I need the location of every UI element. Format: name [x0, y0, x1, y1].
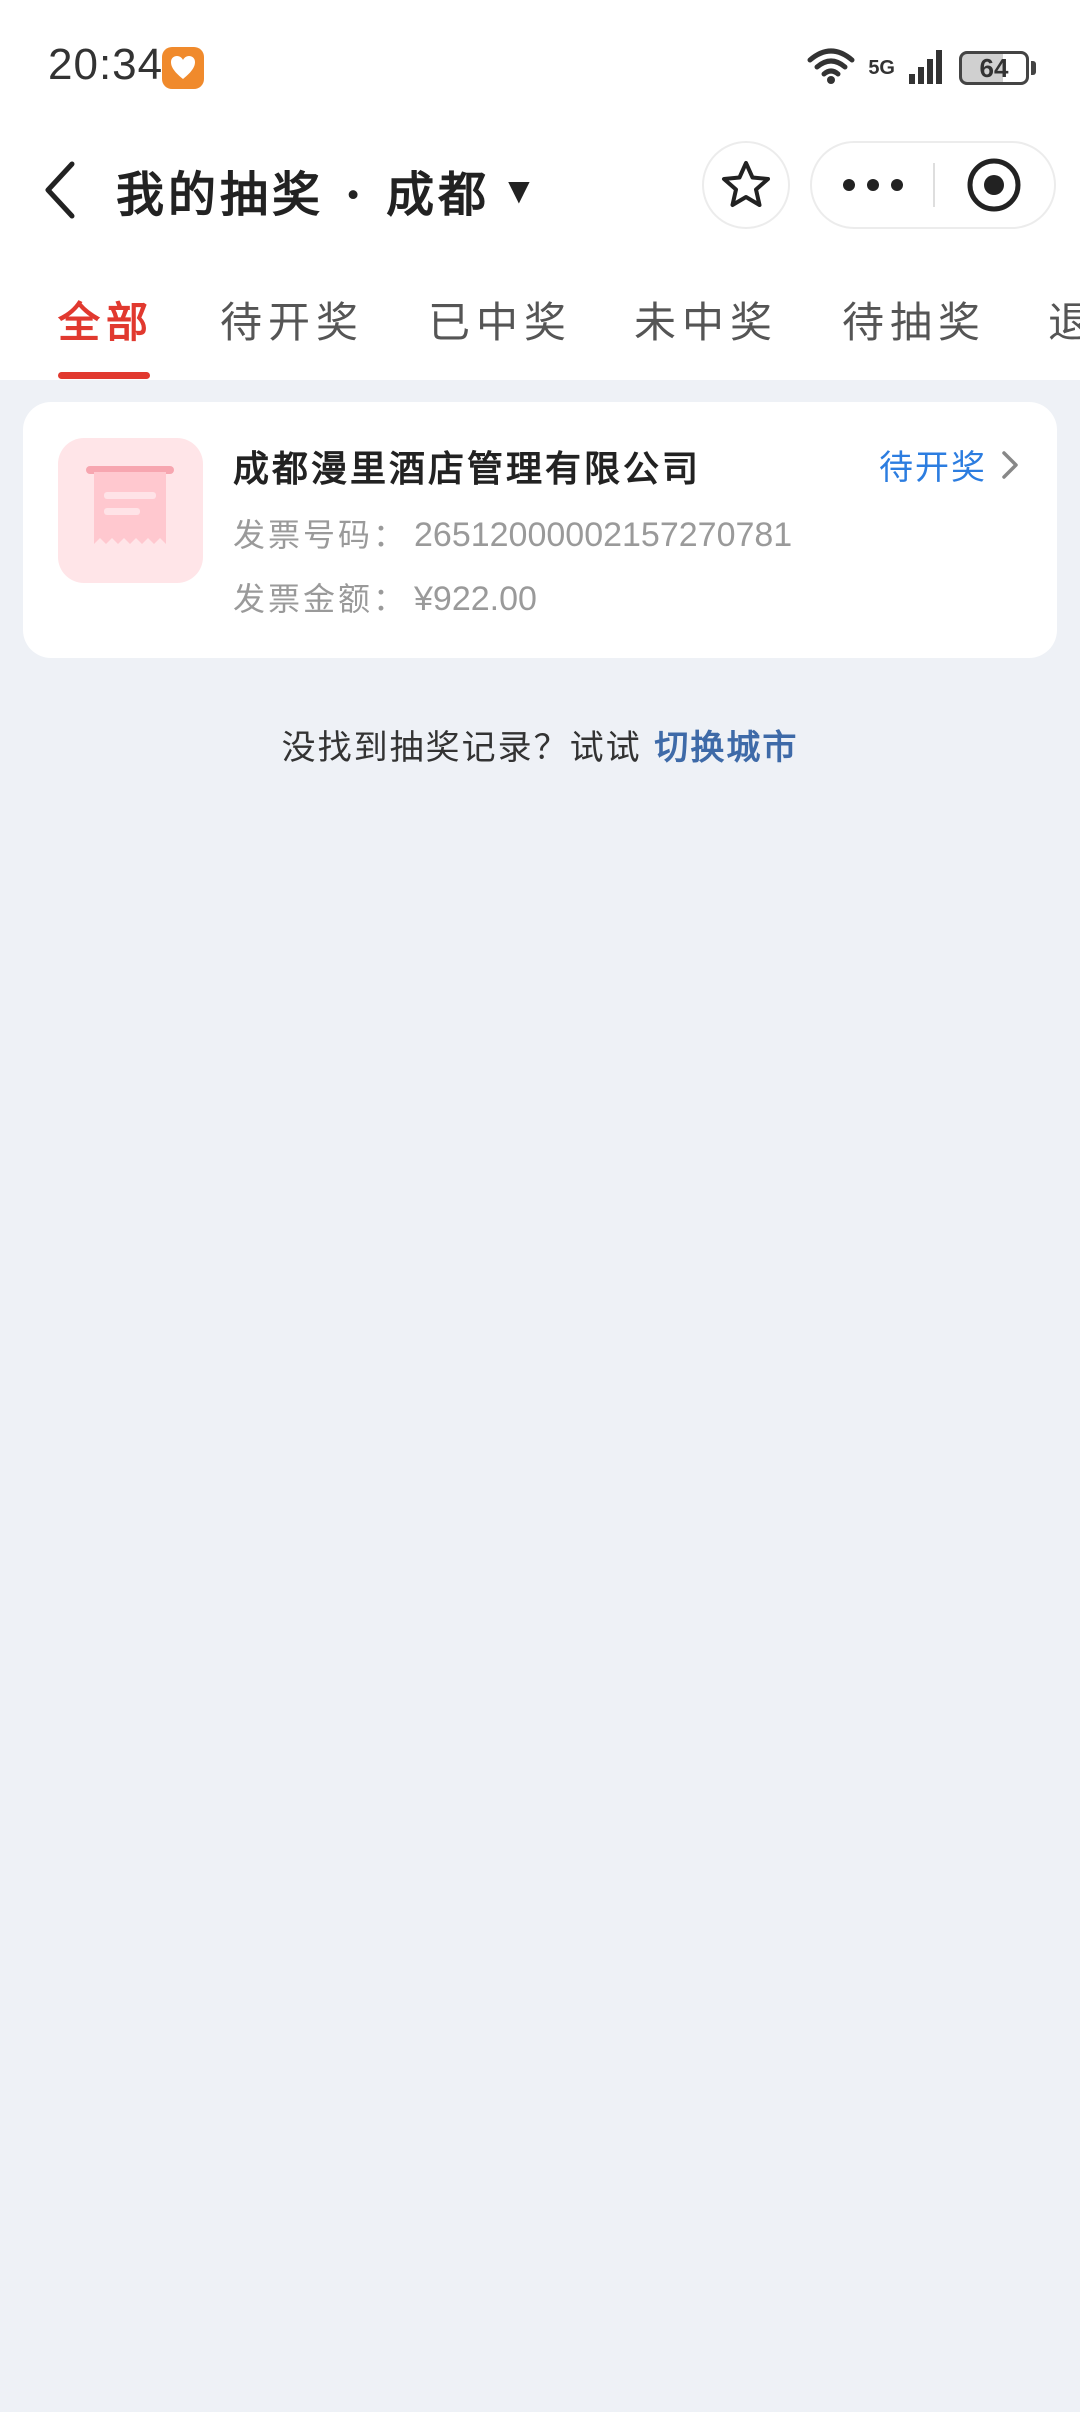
- more-button[interactable]: [812, 143, 933, 227]
- battery-icon: 64: [959, 51, 1029, 85]
- status-time: 20:34: [48, 40, 164, 89]
- star-icon: [722, 161, 770, 207]
- active-tab-indicator: [58, 372, 150, 379]
- tab-to-draw[interactable]: 待抽奖: [842, 289, 986, 347]
- invoice-amount-row: 发票金额： ¥922.00: [233, 574, 537, 620]
- status-indicators: 5G 64: [806, 44, 1036, 92]
- tab-refund[interactable]: 退: [1048, 289, 1080, 347]
- status-link[interactable]: 待开奖: [879, 440, 1019, 489]
- tab-won[interactable]: 已中奖: [428, 289, 572, 347]
- back-icon: [45, 161, 75, 219]
- favorite-button[interactable]: [702, 141, 790, 229]
- battery-tip: [1031, 61, 1036, 75]
- receipt-icon: [58, 438, 203, 583]
- target-icon: [967, 158, 1021, 212]
- app-notification-icon: [162, 47, 204, 89]
- switch-city-link[interactable]: 切换城市: [654, 728, 798, 768]
- status-bar: 20:34 5G 64: [0, 0, 1080, 135]
- no-record-hint: 没找到抽奖记录？试试 切换城市: [0, 720, 1080, 769]
- tab-not-won[interactable]: 未中奖: [634, 289, 778, 347]
- invoice-amount-value: ¥922.00: [414, 580, 537, 618]
- battery-level: 64: [979, 52, 1009, 83]
- invoice-number-row: 发票号码： 26512000002157270781: [233, 510, 792, 556]
- more-icon: [842, 179, 903, 191]
- invoice-amount-label: 发票金额：: [233, 580, 409, 618]
- city-dropdown-icon: ▼: [508, 173, 534, 207]
- network-type: 5G: [868, 56, 895, 79]
- status-label: 待开奖: [879, 448, 987, 488]
- signal-icon: [907, 46, 947, 90]
- company-name: 成都漫里酒店管理有限公司: [233, 448, 702, 490]
- invoice-number-value: 26512000002157270781: [414, 516, 793, 554]
- hint-text: 没找到抽奖记录？试试: [281, 728, 642, 768]
- mini-program-capsule: [810, 141, 1056, 229]
- close-mini-program-button[interactable]: [935, 143, 1054, 227]
- nav-bar: 我的抽奖 · 成都 ▼: [0, 135, 1080, 245]
- tab-all[interactable]: 全部: [58, 289, 154, 347]
- lottery-record-card[interactable]: 成都漫里酒店管理有限公司 待开奖 发票号码： 26512000002157270…: [23, 402, 1057, 658]
- chevron-right-icon: [1001, 450, 1019, 480]
- invoice-number-label: 发票号码：: [233, 516, 409, 554]
- tab-pending-draw[interactable]: 待开奖: [220, 289, 364, 347]
- page-title-text: 我的抽奖 · 成都: [116, 167, 491, 223]
- back-button[interactable]: [30, 157, 90, 223]
- page-title[interactable]: 我的抽奖 · 成都 ▼: [116, 157, 534, 223]
- filter-tabs: 全部 待开奖 已中奖 未中奖 待抽奖 退: [0, 245, 1080, 380]
- wifi-icon: [806, 46, 856, 90]
